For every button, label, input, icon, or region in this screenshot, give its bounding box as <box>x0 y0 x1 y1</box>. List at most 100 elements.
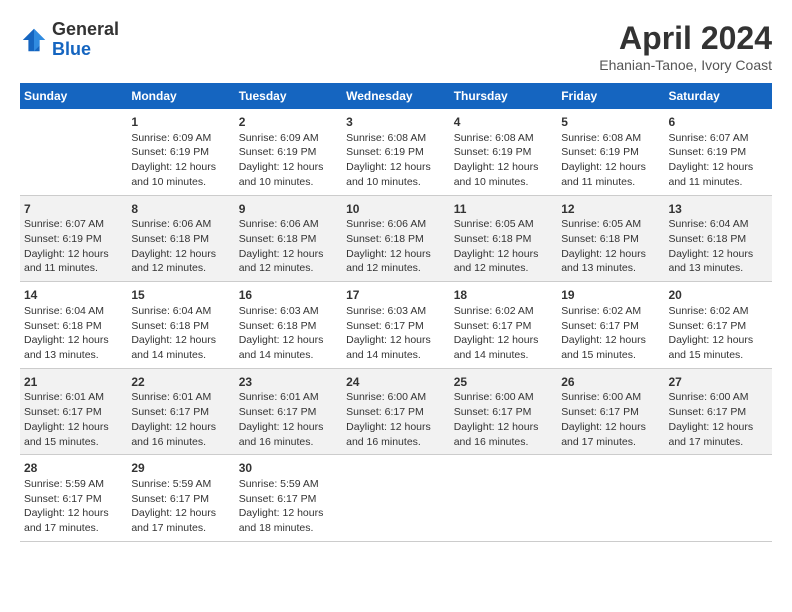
calendar-cell: 14Sunrise: 6:04 AM Sunset: 6:18 PM Dayli… <box>20 282 127 369</box>
calendar-cell: 8Sunrise: 6:06 AM Sunset: 6:18 PM Daylig… <box>127 195 234 282</box>
day-info: Sunrise: 6:06 AM Sunset: 6:18 PM Dayligh… <box>131 217 230 276</box>
day-info: Sunrise: 6:00 AM Sunset: 6:17 PM Dayligh… <box>561 390 660 449</box>
day-number: 26 <box>561 374 660 391</box>
logo-blue: Blue <box>52 40 119 60</box>
calendar-cell <box>450 455 557 542</box>
page-header: General Blue April 2024 Ehanian-Tanoe, I… <box>20 20 772 73</box>
day-number: 18 <box>454 287 553 304</box>
calendar-cell: 6Sunrise: 6:07 AM Sunset: 6:19 PM Daylig… <box>665 109 773 195</box>
calendar-cell: 27Sunrise: 6:00 AM Sunset: 6:17 PM Dayli… <box>665 368 773 455</box>
weekday-header-thursday: Thursday <box>450 83 557 109</box>
calendar-cell: 19Sunrise: 6:02 AM Sunset: 6:17 PM Dayli… <box>557 282 664 369</box>
day-info: Sunrise: 6:07 AM Sunset: 6:19 PM Dayligh… <box>669 131 769 190</box>
day-number: 17 <box>346 287 446 304</box>
day-number: 16 <box>239 287 338 304</box>
day-info: Sunrise: 6:04 AM Sunset: 6:18 PM Dayligh… <box>24 304 123 363</box>
logo-icon <box>20 26 48 54</box>
day-info: Sunrise: 6:01 AM Sunset: 6:17 PM Dayligh… <box>239 390 338 449</box>
day-number: 27 <box>669 374 769 391</box>
day-number: 11 <box>454 201 553 218</box>
calendar-cell: 20Sunrise: 6:02 AM Sunset: 6:17 PM Dayli… <box>665 282 773 369</box>
weekday-header-sunday: Sunday <box>20 83 127 109</box>
day-info: Sunrise: 6:06 AM Sunset: 6:18 PM Dayligh… <box>346 217 446 276</box>
weekday-header-saturday: Saturday <box>665 83 773 109</box>
calendar-cell: 15Sunrise: 6:04 AM Sunset: 6:18 PM Dayli… <box>127 282 234 369</box>
weekday-header-tuesday: Tuesday <box>235 83 342 109</box>
day-number: 3 <box>346 114 446 131</box>
day-number: 6 <box>669 114 769 131</box>
day-number: 23 <box>239 374 338 391</box>
day-info: Sunrise: 6:01 AM Sunset: 6:17 PM Dayligh… <box>24 390 123 449</box>
day-info: Sunrise: 6:09 AM Sunset: 6:19 PM Dayligh… <box>131 131 230 190</box>
calendar-cell: 4Sunrise: 6:08 AM Sunset: 6:19 PM Daylig… <box>450 109 557 195</box>
weekday-header-monday: Monday <box>127 83 234 109</box>
calendar-cell: 24Sunrise: 6:00 AM Sunset: 6:17 PM Dayli… <box>342 368 450 455</box>
calendar-cell: 10Sunrise: 6:06 AM Sunset: 6:18 PM Dayli… <box>342 195 450 282</box>
day-info: Sunrise: 6:04 AM Sunset: 6:18 PM Dayligh… <box>669 217 769 276</box>
week-row-2: 7Sunrise: 6:07 AM Sunset: 6:19 PM Daylig… <box>20 195 772 282</box>
week-row-4: 21Sunrise: 6:01 AM Sunset: 6:17 PM Dayli… <box>20 368 772 455</box>
calendar-cell: 11Sunrise: 6:05 AM Sunset: 6:18 PM Dayli… <box>450 195 557 282</box>
day-info: Sunrise: 6:01 AM Sunset: 6:17 PM Dayligh… <box>131 390 230 449</box>
day-info: Sunrise: 6:05 AM Sunset: 6:18 PM Dayligh… <box>454 217 553 276</box>
day-number: 24 <box>346 374 446 391</box>
day-number: 19 <box>561 287 660 304</box>
calendar-cell <box>557 455 664 542</box>
day-info: Sunrise: 6:02 AM Sunset: 6:17 PM Dayligh… <box>561 304 660 363</box>
day-info: Sunrise: 6:06 AM Sunset: 6:18 PM Dayligh… <box>239 217 338 276</box>
day-number: 28 <box>24 460 123 477</box>
day-number: 2 <box>239 114 338 131</box>
day-info: Sunrise: 6:00 AM Sunset: 6:17 PM Dayligh… <box>454 390 553 449</box>
day-number: 14 <box>24 287 123 304</box>
day-number: 9 <box>239 201 338 218</box>
day-info: Sunrise: 6:02 AM Sunset: 6:17 PM Dayligh… <box>669 304 769 363</box>
calendar-cell: 3Sunrise: 6:08 AM Sunset: 6:19 PM Daylig… <box>342 109 450 195</box>
day-info: Sunrise: 5:59 AM Sunset: 6:17 PM Dayligh… <box>24 477 123 536</box>
day-number: 10 <box>346 201 446 218</box>
calendar-cell: 30Sunrise: 5:59 AM Sunset: 6:17 PM Dayli… <box>235 455 342 542</box>
day-number: 29 <box>131 460 230 477</box>
day-info: Sunrise: 5:59 AM Sunset: 6:17 PM Dayligh… <box>239 477 338 536</box>
calendar-cell: 7Sunrise: 6:07 AM Sunset: 6:19 PM Daylig… <box>20 195 127 282</box>
day-info: Sunrise: 6:05 AM Sunset: 6:18 PM Dayligh… <box>561 217 660 276</box>
calendar-cell <box>342 455 450 542</box>
day-info: Sunrise: 6:08 AM Sunset: 6:19 PM Dayligh… <box>454 131 553 190</box>
calendar-cell: 2Sunrise: 6:09 AM Sunset: 6:19 PM Daylig… <box>235 109 342 195</box>
calendar-cell: 5Sunrise: 6:08 AM Sunset: 6:19 PM Daylig… <box>557 109 664 195</box>
calendar-cell: 22Sunrise: 6:01 AM Sunset: 6:17 PM Dayli… <box>127 368 234 455</box>
location-subtitle: Ehanian-Tanoe, Ivory Coast <box>599 57 772 73</box>
day-info: Sunrise: 6:00 AM Sunset: 6:17 PM Dayligh… <box>346 390 446 449</box>
calendar-cell: 1Sunrise: 6:09 AM Sunset: 6:19 PM Daylig… <box>127 109 234 195</box>
calendar-cell <box>665 455 773 542</box>
day-info: Sunrise: 6:08 AM Sunset: 6:19 PM Dayligh… <box>561 131 660 190</box>
month-title: April 2024 <box>599 20 772 57</box>
day-number: 22 <box>131 374 230 391</box>
logo-general: General <box>52 20 119 40</box>
weekday-header-row: SundayMondayTuesdayWednesdayThursdayFrid… <box>20 83 772 109</box>
calendar-cell: 25Sunrise: 6:00 AM Sunset: 6:17 PM Dayli… <box>450 368 557 455</box>
week-row-1: 1Sunrise: 6:09 AM Sunset: 6:19 PM Daylig… <box>20 109 772 195</box>
calendar-cell: 16Sunrise: 6:03 AM Sunset: 6:18 PM Dayli… <box>235 282 342 369</box>
calendar-cell <box>20 109 127 195</box>
day-info: Sunrise: 5:59 AM Sunset: 6:17 PM Dayligh… <box>131 477 230 536</box>
weekday-header-friday: Friday <box>557 83 664 109</box>
day-number: 21 <box>24 374 123 391</box>
day-info: Sunrise: 6:09 AM Sunset: 6:19 PM Dayligh… <box>239 131 338 190</box>
calendar-table: SundayMondayTuesdayWednesdayThursdayFrid… <box>20 83 772 542</box>
calendar-cell: 28Sunrise: 5:59 AM Sunset: 6:17 PM Dayli… <box>20 455 127 542</box>
day-number: 7 <box>24 201 123 218</box>
day-number: 8 <box>131 201 230 218</box>
day-number: 30 <box>239 460 338 477</box>
day-info: Sunrise: 6:02 AM Sunset: 6:17 PM Dayligh… <box>454 304 553 363</box>
day-number: 12 <box>561 201 660 218</box>
day-number: 13 <box>669 201 769 218</box>
calendar-cell: 23Sunrise: 6:01 AM Sunset: 6:17 PM Dayli… <box>235 368 342 455</box>
day-info: Sunrise: 6:00 AM Sunset: 6:17 PM Dayligh… <box>669 390 769 449</box>
day-number: 20 <box>669 287 769 304</box>
calendar-cell: 12Sunrise: 6:05 AM Sunset: 6:18 PM Dayli… <box>557 195 664 282</box>
calendar-cell: 26Sunrise: 6:00 AM Sunset: 6:17 PM Dayli… <box>557 368 664 455</box>
title-block: April 2024 Ehanian-Tanoe, Ivory Coast <box>599 20 772 73</box>
day-number: 25 <box>454 374 553 391</box>
calendar-cell: 21Sunrise: 6:01 AM Sunset: 6:17 PM Dayli… <box>20 368 127 455</box>
calendar-cell: 9Sunrise: 6:06 AM Sunset: 6:18 PM Daylig… <box>235 195 342 282</box>
